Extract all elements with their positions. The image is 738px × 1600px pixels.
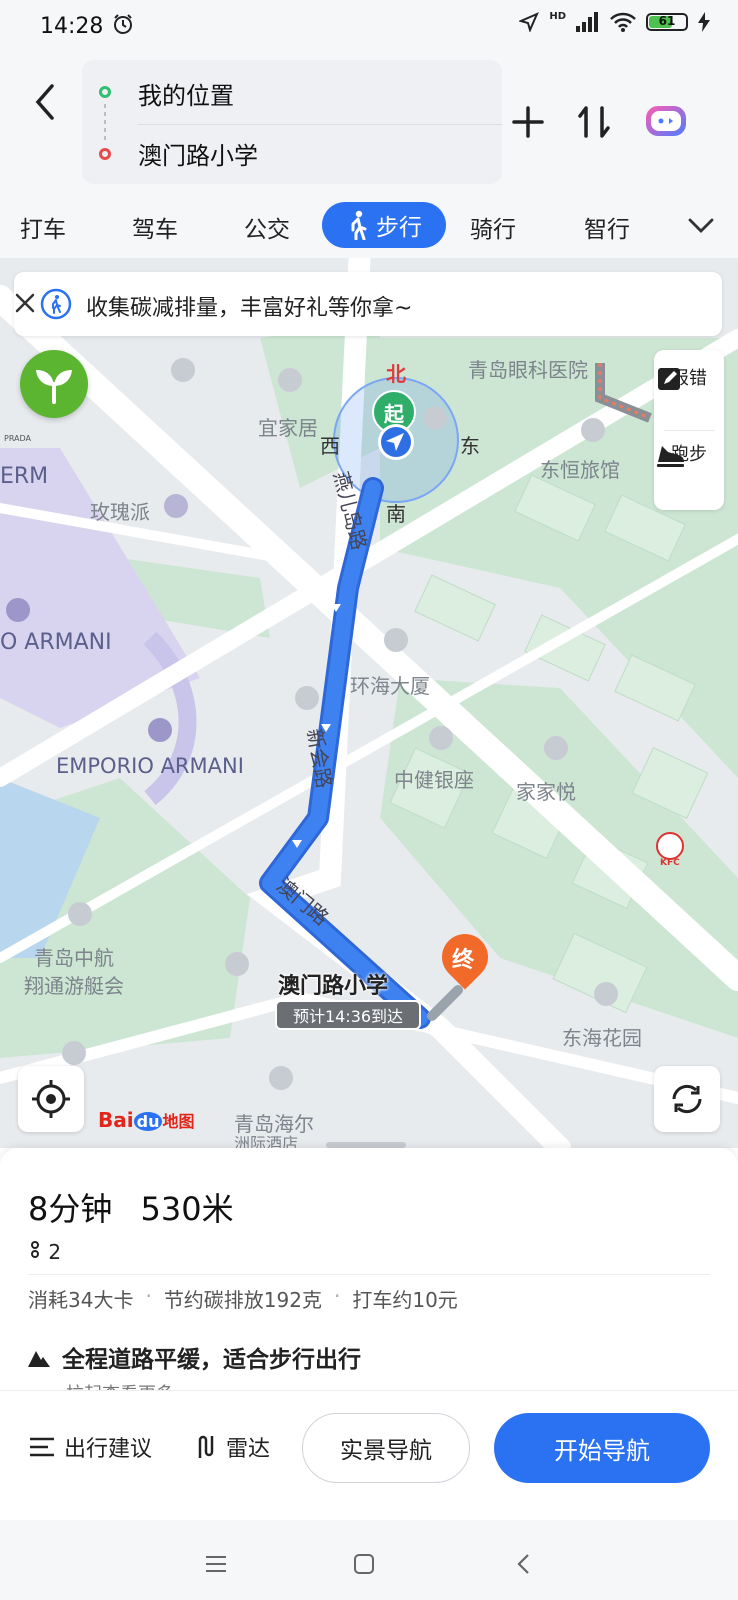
map-side-panel: 报错 跑步 xyxy=(654,350,724,510)
eco-button[interactable] xyxy=(20,350,88,418)
tab-walk[interactable]: 步行 xyxy=(322,202,446,248)
travel-mode-tabs: 打车 驾车 公交 步行 骑行 智行 xyxy=(0,196,738,258)
poi-label: 东海花园 xyxy=(562,1026,642,1050)
run-button[interactable]: 跑步 xyxy=(654,440,724,467)
calories: 消耗34大卡 xyxy=(28,1288,134,1312)
battery-level: 61 xyxy=(658,14,676,28)
route-header: 我的位置 澳门路小学 xyxy=(0,58,738,196)
distance: 530米 xyxy=(140,1190,234,1228)
battery-icon: 61 xyxy=(547,13,688,212)
close-icon[interactable] xyxy=(14,292,36,314)
walk-icon xyxy=(351,210,367,240)
route-tip: 全程道路平缓，适合步行出行 xyxy=(28,1340,361,1374)
traffic-light-icon xyxy=(31,1241,39,1258)
system-nav-bar xyxy=(0,1520,738,1600)
route-stats: 消耗34大卡 · 节约碳排放192克 · 打车约10元 xyxy=(28,1284,458,1312)
compass-west: 西 xyxy=(320,434,340,458)
poi-label: 环海大厦 xyxy=(350,674,430,698)
poi-label: O ARMANI xyxy=(0,630,112,655)
tab-taxi[interactable]: 打车 xyxy=(20,210,66,244)
location-arrow-icon xyxy=(519,12,540,32)
edit-icon xyxy=(658,368,680,390)
start-dot-icon xyxy=(99,86,111,98)
poi-label: 翔通游艇会 xyxy=(24,974,124,998)
shoe-icon xyxy=(657,446,684,467)
tab-drive[interactable]: 驾车 xyxy=(132,210,178,244)
signal-icon xyxy=(576,12,598,32)
status-time: 14:28 xyxy=(40,14,104,39)
end-dot-icon xyxy=(99,148,111,160)
back-nav-icon[interactable] xyxy=(514,1552,532,1576)
compass-south: 南 xyxy=(386,502,406,526)
end-marker-label: 终 xyxy=(452,948,475,973)
taxi-estimate: 打车约10元 xyxy=(352,1288,458,1312)
poi-label: 东恒旅馆 xyxy=(540,458,620,482)
route-input-box: 我的位置 澳门路小学 xyxy=(82,60,502,184)
wifi-icon xyxy=(610,12,636,32)
swap-icon[interactable] xyxy=(572,100,616,144)
end-location-field[interactable]: 澳门路小学 xyxy=(138,136,258,171)
poi-label: EMPORIO ARMANI xyxy=(56,754,244,778)
radar-icon xyxy=(198,1435,214,1458)
sprout-icon xyxy=(36,370,72,404)
home-icon[interactable] xyxy=(352,1552,376,1576)
poi-label: 中健银座 xyxy=(394,768,474,792)
back-icon[interactable] xyxy=(30,80,60,124)
duration: 8分钟 xyxy=(28,1190,113,1228)
start-navigation-button[interactable]: 开始导航 xyxy=(494,1413,710,1483)
poi-label: PRADA xyxy=(4,434,32,443)
carbon-banner[interactable]: 收集碳减排量，丰富好礼等你拿~ xyxy=(14,272,722,336)
banner-text: 收集碳减排量，丰富好礼等你拿~ xyxy=(86,296,413,321)
list-icon xyxy=(30,1437,54,1457)
route-summary: 8分钟 530米 xyxy=(28,1184,234,1230)
bottom-action-bar: 出行建议 雷达 实景导航 开始导航 xyxy=(0,1390,738,1521)
ar-navigation-button[interactable]: 实景导航 xyxy=(302,1413,470,1483)
alarm-icon xyxy=(114,14,132,34)
eta-badge: 预计14:36到达 xyxy=(275,1000,421,1030)
poi-label: ERM xyxy=(0,464,49,489)
compass-east: 东 xyxy=(460,434,480,458)
radar-button[interactable]: 雷达 xyxy=(194,1431,270,1463)
start-location-field[interactable]: 我的位置 xyxy=(138,76,234,111)
my-location-arrow-icon xyxy=(378,424,414,460)
poi-label: 家家悦 xyxy=(516,780,576,804)
report-error-button[interactable]: 报错 xyxy=(654,364,724,390)
refresh-icon xyxy=(672,1084,702,1114)
map-view[interactable]: 青岛眼科医院 宜家居 东恒旅馆 玫瑰派 PRADA ERM O ARMANI E… xyxy=(0,258,738,1148)
compass-north: 北 xyxy=(386,362,406,386)
crosshair-icon xyxy=(32,1080,70,1118)
carbon-saving: 节约碳排放192克 xyxy=(163,1288,322,1312)
status-bar: 14:28 HD 61 xyxy=(0,0,738,212)
traffic-light-count: 2 xyxy=(28,1240,61,1264)
poi-label: 宜家居 xyxy=(258,416,318,440)
poi-label: 洲际酒店 xyxy=(234,1134,299,1148)
poi-label: 青岛中航 xyxy=(34,946,114,970)
charging-icon xyxy=(698,12,710,32)
route-summary-sheet[interactable]: 8分钟 530米 2 消耗34大卡 · 节约碳排放192克 · 打车约10元 全… xyxy=(0,1148,738,1405)
chevron-down-icon[interactable] xyxy=(686,210,716,240)
locate-button[interactable] xyxy=(18,1066,84,1132)
tab-bike[interactable]: 骑行 xyxy=(470,210,516,244)
assistant-icon[interactable] xyxy=(642,98,690,146)
tab-walk-label: 步行 xyxy=(376,215,422,241)
poi-label: 玫瑰派 xyxy=(90,500,150,524)
tab-smart[interactable]: 智行 xyxy=(584,210,630,244)
add-waypoint-icon[interactable] xyxy=(506,100,550,144)
destination-label: 澳门路小学 xyxy=(278,974,389,999)
walk-circle-icon xyxy=(40,288,72,320)
hd-badge: HD xyxy=(549,10,566,22)
kfc-label: KFC xyxy=(660,858,680,868)
baidu-map-logo: Bai du 地图 xyxy=(98,1108,195,1132)
travel-advice-button[interactable]: 出行建议 xyxy=(28,1431,152,1463)
menu-icon[interactable] xyxy=(204,1554,228,1574)
poi-label: 青岛眼科医院 xyxy=(468,358,588,382)
mountain-icon xyxy=(28,1351,50,1367)
refresh-button[interactable] xyxy=(654,1066,720,1132)
tab-transit[interactable]: 公交 xyxy=(244,210,290,244)
